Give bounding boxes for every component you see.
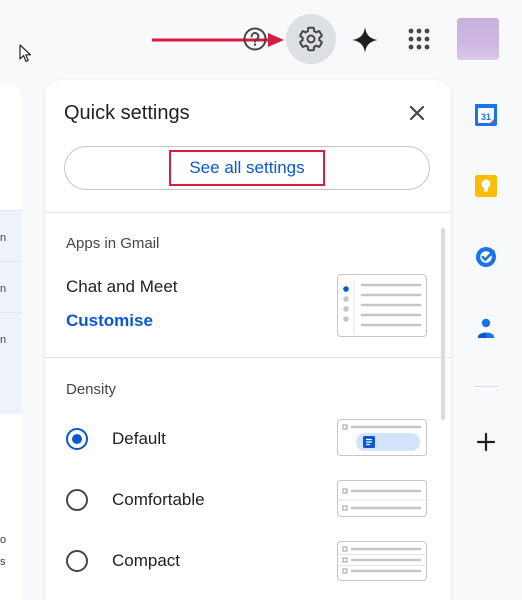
density-option-label: Compact bbox=[112, 551, 181, 570]
plus-icon bbox=[476, 432, 496, 452]
list-divider bbox=[0, 312, 22, 313]
list-row-fragment[interactable]: n bbox=[0, 334, 6, 346]
density-option-label: Default bbox=[112, 429, 166, 448]
account-avatar[interactable] bbox=[457, 18, 499, 60]
density-option-label: Comfortable bbox=[112, 490, 205, 509]
density-option-default[interactable]: Default bbox=[66, 428, 166, 450]
customise-link[interactable]: Customise bbox=[66, 311, 153, 331]
list-row-fragment[interactable]: o bbox=[0, 534, 6, 546]
list-divider bbox=[0, 210, 22, 211]
density-default-preview-graphic bbox=[342, 424, 422, 451]
mail-list-panel: n n n o s bbox=[0, 84, 22, 600]
help-button[interactable] bbox=[238, 22, 272, 56]
mouse-cursor-icon bbox=[19, 44, 32, 63]
close-icon bbox=[409, 105, 425, 121]
density-section-heading: Density bbox=[66, 381, 117, 398]
tasks-icon bbox=[476, 247, 496, 267]
list-row-fragment[interactable]: n bbox=[0, 283, 6, 295]
settings-button[interactable] bbox=[286, 14, 336, 64]
list-row-fragment[interactable]: s bbox=[0, 556, 6, 568]
rail-divider bbox=[474, 386, 498, 387]
density-option-compact[interactable]: Compact bbox=[66, 550, 180, 572]
see-all-settings-button[interactable]: See all settings bbox=[64, 146, 430, 190]
apps-grid-icon bbox=[408, 28, 430, 50]
density-default-preview[interactable] bbox=[337, 419, 427, 456]
keep-app-button[interactable] bbox=[472, 172, 500, 200]
contacts-app-button[interactable] bbox=[472, 314, 500, 342]
section-divider bbox=[45, 212, 451, 213]
chat-meet-preview-graphic bbox=[343, 279, 422, 334]
quick-settings-panel: Quick settings See all settings Apps in … bbox=[45, 80, 451, 600]
section-divider bbox=[45, 357, 451, 358]
radio-unselected-icon[interactable] bbox=[66, 550, 88, 572]
contacts-icon bbox=[478, 318, 494, 338]
list-divider bbox=[0, 261, 22, 262]
calendar-icon: 31 bbox=[475, 104, 497, 126]
chat-meet-label: Chat and Meet bbox=[66, 277, 178, 296]
density-comfortable-preview[interactable] bbox=[337, 480, 428, 517]
sparkle-icon bbox=[352, 27, 378, 53]
radio-selected-icon[interactable] bbox=[66, 428, 88, 450]
scrollbar[interactable] bbox=[441, 228, 445, 420]
apps-button[interactable] bbox=[402, 22, 436, 56]
help-circle-icon bbox=[243, 27, 267, 51]
density-comfortable-preview-graphic bbox=[338, 488, 428, 511]
list-row-fragment[interactable]: n bbox=[0, 232, 6, 244]
tasks-app-button[interactable] bbox=[472, 243, 500, 271]
density-compact-preview[interactable] bbox=[337, 541, 428, 581]
close-button[interactable] bbox=[402, 98, 432, 128]
gear-icon bbox=[299, 26, 323, 52]
calendar-day: 31 bbox=[481, 112, 491, 122]
calendar-app-button[interactable]: 31 bbox=[472, 101, 500, 129]
see-all-settings-label: See all settings bbox=[169, 150, 325, 186]
radio-unselected-icon[interactable] bbox=[66, 489, 88, 511]
add-app-button[interactable] bbox=[472, 428, 500, 456]
gemini-button[interactable] bbox=[347, 22, 383, 58]
quick-settings-title: Quick settings bbox=[64, 102, 190, 124]
density-compact-preview-graphic bbox=[338, 546, 428, 574]
keep-icon bbox=[475, 175, 497, 197]
density-option-comfortable[interactable]: Comfortable bbox=[66, 489, 205, 511]
chat-meet-preview[interactable] bbox=[337, 274, 427, 337]
apps-section-heading: Apps in Gmail bbox=[66, 235, 160, 252]
